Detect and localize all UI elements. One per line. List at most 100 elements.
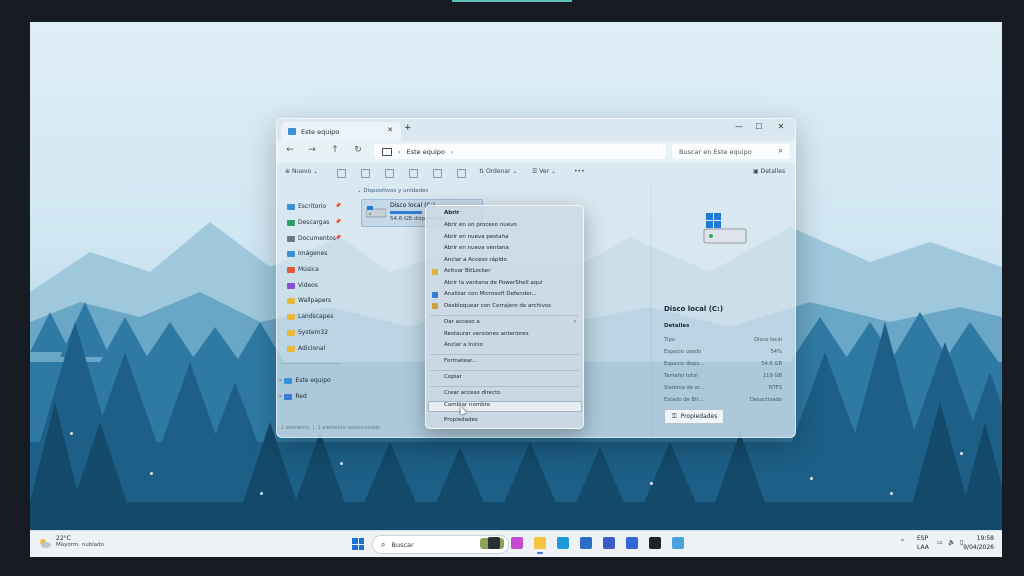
videos-folder-icon — [287, 282, 295, 289]
paste-icon[interactable] — [385, 169, 394, 178]
address-bar[interactable]: › Este equipo › — [374, 144, 666, 159]
network-icon — [284, 393, 293, 400]
menu-item-defender[interactable]: Analizar con Microsoft Defender... — [444, 291, 537, 297]
breadcrumb-chevron-icon: › — [398, 147, 401, 156]
menu-item-restaurar-versiones[interactable]: Restaurar versiones anteriores — [444, 331, 529, 337]
status-selected: 1 elemento seleccionado — [317, 425, 381, 431]
sidebar-item-documentos[interactable]: Documentos — [287, 232, 336, 245]
up-button[interactable]: ↑ — [328, 145, 342, 155]
downloads-folder-icon — [287, 219, 295, 226]
copilot-icon[interactable] — [511, 537, 523, 549]
file-explorer-icon[interactable] — [534, 537, 546, 554]
chevron-right-icon[interactable]: › — [279, 393, 281, 400]
view-button[interactable]: ☰ Ver ⌄ — [532, 168, 556, 175]
sidebar-item-system32[interactable]: System32 — [287, 326, 328, 339]
breadcrumb-chevron-icon[interactable]: › — [451, 148, 454, 156]
menu-item-propiedades[interactable]: Propiedades — [444, 417, 478, 423]
sidebar-item-red[interactable]: › Red — [279, 390, 307, 403]
properties-button[interactable]: ⚿ Propiedades — [664, 409, 724, 424]
menu-item-anclar-inicio[interactable]: Anclar a Inicio — [444, 342, 483, 348]
menu-item-activar-bitlocker[interactable]: Activar BitLocker — [444, 268, 490, 274]
details-row-sistema-archivos: Sistema de ar... NTFS — [664, 385, 782, 391]
sidebar-item-imagenes[interactable]: Imágenes — [287, 247, 327, 260]
menu-separator — [430, 354, 579, 355]
menu-item-cerrajero[interactable]: Desbloquear con Cerrajero de archivos — [444, 303, 551, 309]
sort-button[interactable]: ⇅ Ordenar ⌄ — [479, 168, 517, 175]
group-header[interactable]: ⌄ Dispositivos y unidades — [357, 188, 428, 194]
maximize-button[interactable]: ☐ — [749, 122, 769, 131]
sidebar-item-este-equipo[interactable]: › Este equipo — [279, 374, 331, 387]
rename-icon[interactable] — [409, 169, 418, 178]
sidebar-item-videos[interactable]: Videos — [287, 279, 318, 292]
padlock-icon — [432, 303, 438, 309]
close-tab-icon[interactable]: ✕ — [387, 126, 393, 134]
share-icon[interactable] — [433, 169, 442, 178]
store-icon[interactable] — [580, 537, 592, 549]
menu-item-powershell[interactable]: Abrir la ventana de PowerShell aquí — [444, 280, 542, 286]
details-pane: Disco local (C:) Detalles Tipo Disco loca… — [651, 183, 795, 437]
start-button[interactable] — [352, 538, 364, 550]
chevron-right-icon[interactable]: › — [279, 377, 281, 384]
sidebar-item-adicional[interactable]: Adicional — [287, 342, 325, 355]
taskbar-search-label: Buscar — [391, 540, 414, 549]
clock-time: 19:58 — [976, 535, 994, 542]
details-toggle-button[interactable]: ▣ Detalles — [753, 168, 785, 175]
menu-item-abrir-proceso-nuevo[interactable]: Abrir en un proceso nuevo — [444, 222, 517, 228]
search-icon: ⌕ — [778, 146, 783, 155]
details-row-tipo: Tipo Disco local — [664, 337, 782, 343]
back-button[interactable]: ← — [283, 145, 297, 155]
command-bar: ⊕ Nuevo ⌄ ⇅ Ordenar ⌄ ☰ Ver ⌄ ••• ▣ Deta… — [277, 163, 795, 183]
refresh-button[interactable]: ↻ — [351, 145, 365, 155]
context-menu: Abrir Abrir en un proceso nuevo Abrir en… — [425, 205, 584, 429]
menu-item-cambiar-nombre[interactable]: Cambiar nombre — [444, 402, 490, 408]
sidebar-item-wallpapers[interactable]: Wallpapers — [287, 294, 331, 307]
app-icon[interactable] — [672, 537, 684, 549]
menu-item-formatear[interactable]: Formatear... — [444, 358, 477, 364]
volume-icon[interactable]: 🔈 — [948, 539, 955, 546]
tab-este-equipo[interactable]: Este equipo ✕ — [281, 122, 401, 141]
close-window-button[interactable]: ✕ — [771, 122, 791, 131]
search-box[interactable]: Buscar en Este equipo ⌕ — [672, 144, 790, 159]
input-language-indicator[interactable]: ESP LAA — [917, 534, 929, 552]
clock[interactable]: 19:58 9/04/2026 — [963, 534, 994, 552]
new-tab-button[interactable]: + — [404, 123, 412, 133]
terminal-icon[interactable] — [603, 537, 615, 549]
weather-widget[interactable]: 22°C Mayorm. nublado — [38, 535, 104, 548]
drive-usage-fill — [390, 211, 423, 214]
app-icon[interactable] — [649, 537, 661, 549]
top-accent-line — [452, 0, 572, 2]
folder-icon — [287, 345, 295, 352]
menu-item-abrir-nueva-ventana[interactable]: Abrir en nueva ventana — [444, 245, 509, 251]
browser-icon[interactable] — [626, 537, 638, 549]
breadcrumb-este-equipo[interactable]: Este equipo — [407, 148, 445, 156]
edge-icon[interactable] — [557, 537, 569, 549]
task-view-icon[interactable] — [488, 537, 500, 549]
sidebar-item-landscapes[interactable]: Landscapes — [287, 310, 333, 323]
minimize-button[interactable]: — — [729, 122, 749, 131]
menu-separator — [430, 315, 579, 316]
forward-button[interactable]: → — [305, 145, 319, 155]
title-bar[interactable]: Este equipo ✕ + — ☐ ✕ — [277, 119, 795, 141]
new-button[interactable]: ⊕ Nuevo ⌄ — [285, 168, 318, 175]
sidebar-item-escritorio[interactable]: Escritorio — [287, 200, 326, 213]
show-hidden-icons-button[interactable]: ^ — [900, 539, 905, 546]
sidebar-item-musica[interactable]: Música — [287, 263, 319, 276]
delete-icon[interactable] — [457, 169, 466, 178]
bitlocker-icon — [432, 269, 438, 275]
network-icon[interactable]: ▭ — [937, 539, 943, 546]
copy-icon[interactable] — [361, 169, 370, 178]
pin-icon: 📌 — [335, 235, 342, 241]
sidebar-item-descargas[interactable]: Descargas — [287, 216, 329, 229]
menu-item-abrir[interactable]: Abrir — [444, 210, 460, 216]
menu-item-crear-acceso-directo[interactable]: Crear acceso directo — [444, 390, 501, 396]
status-count: 1 elemento — [281, 425, 310, 431]
cut-icon[interactable] — [337, 169, 346, 178]
this-pc-icon — [288, 128, 296, 135]
search-placeholder: Buscar en Este equipo — [679, 147, 752, 156]
details-title: Disco local (C:) — [664, 305, 724, 313]
menu-item-abrir-nueva-pestana[interactable]: Abrir en nueva pestaña — [444, 234, 509, 240]
menu-item-dar-acceso[interactable]: Dar acceso a — [444, 319, 480, 325]
more-options-button[interactable]: ••• — [574, 168, 585, 175]
menu-item-anclar-acceso-rapido[interactable]: Anclar a Acceso rápido — [444, 257, 507, 263]
menu-item-copiar[interactable]: Copiar — [444, 374, 462, 380]
